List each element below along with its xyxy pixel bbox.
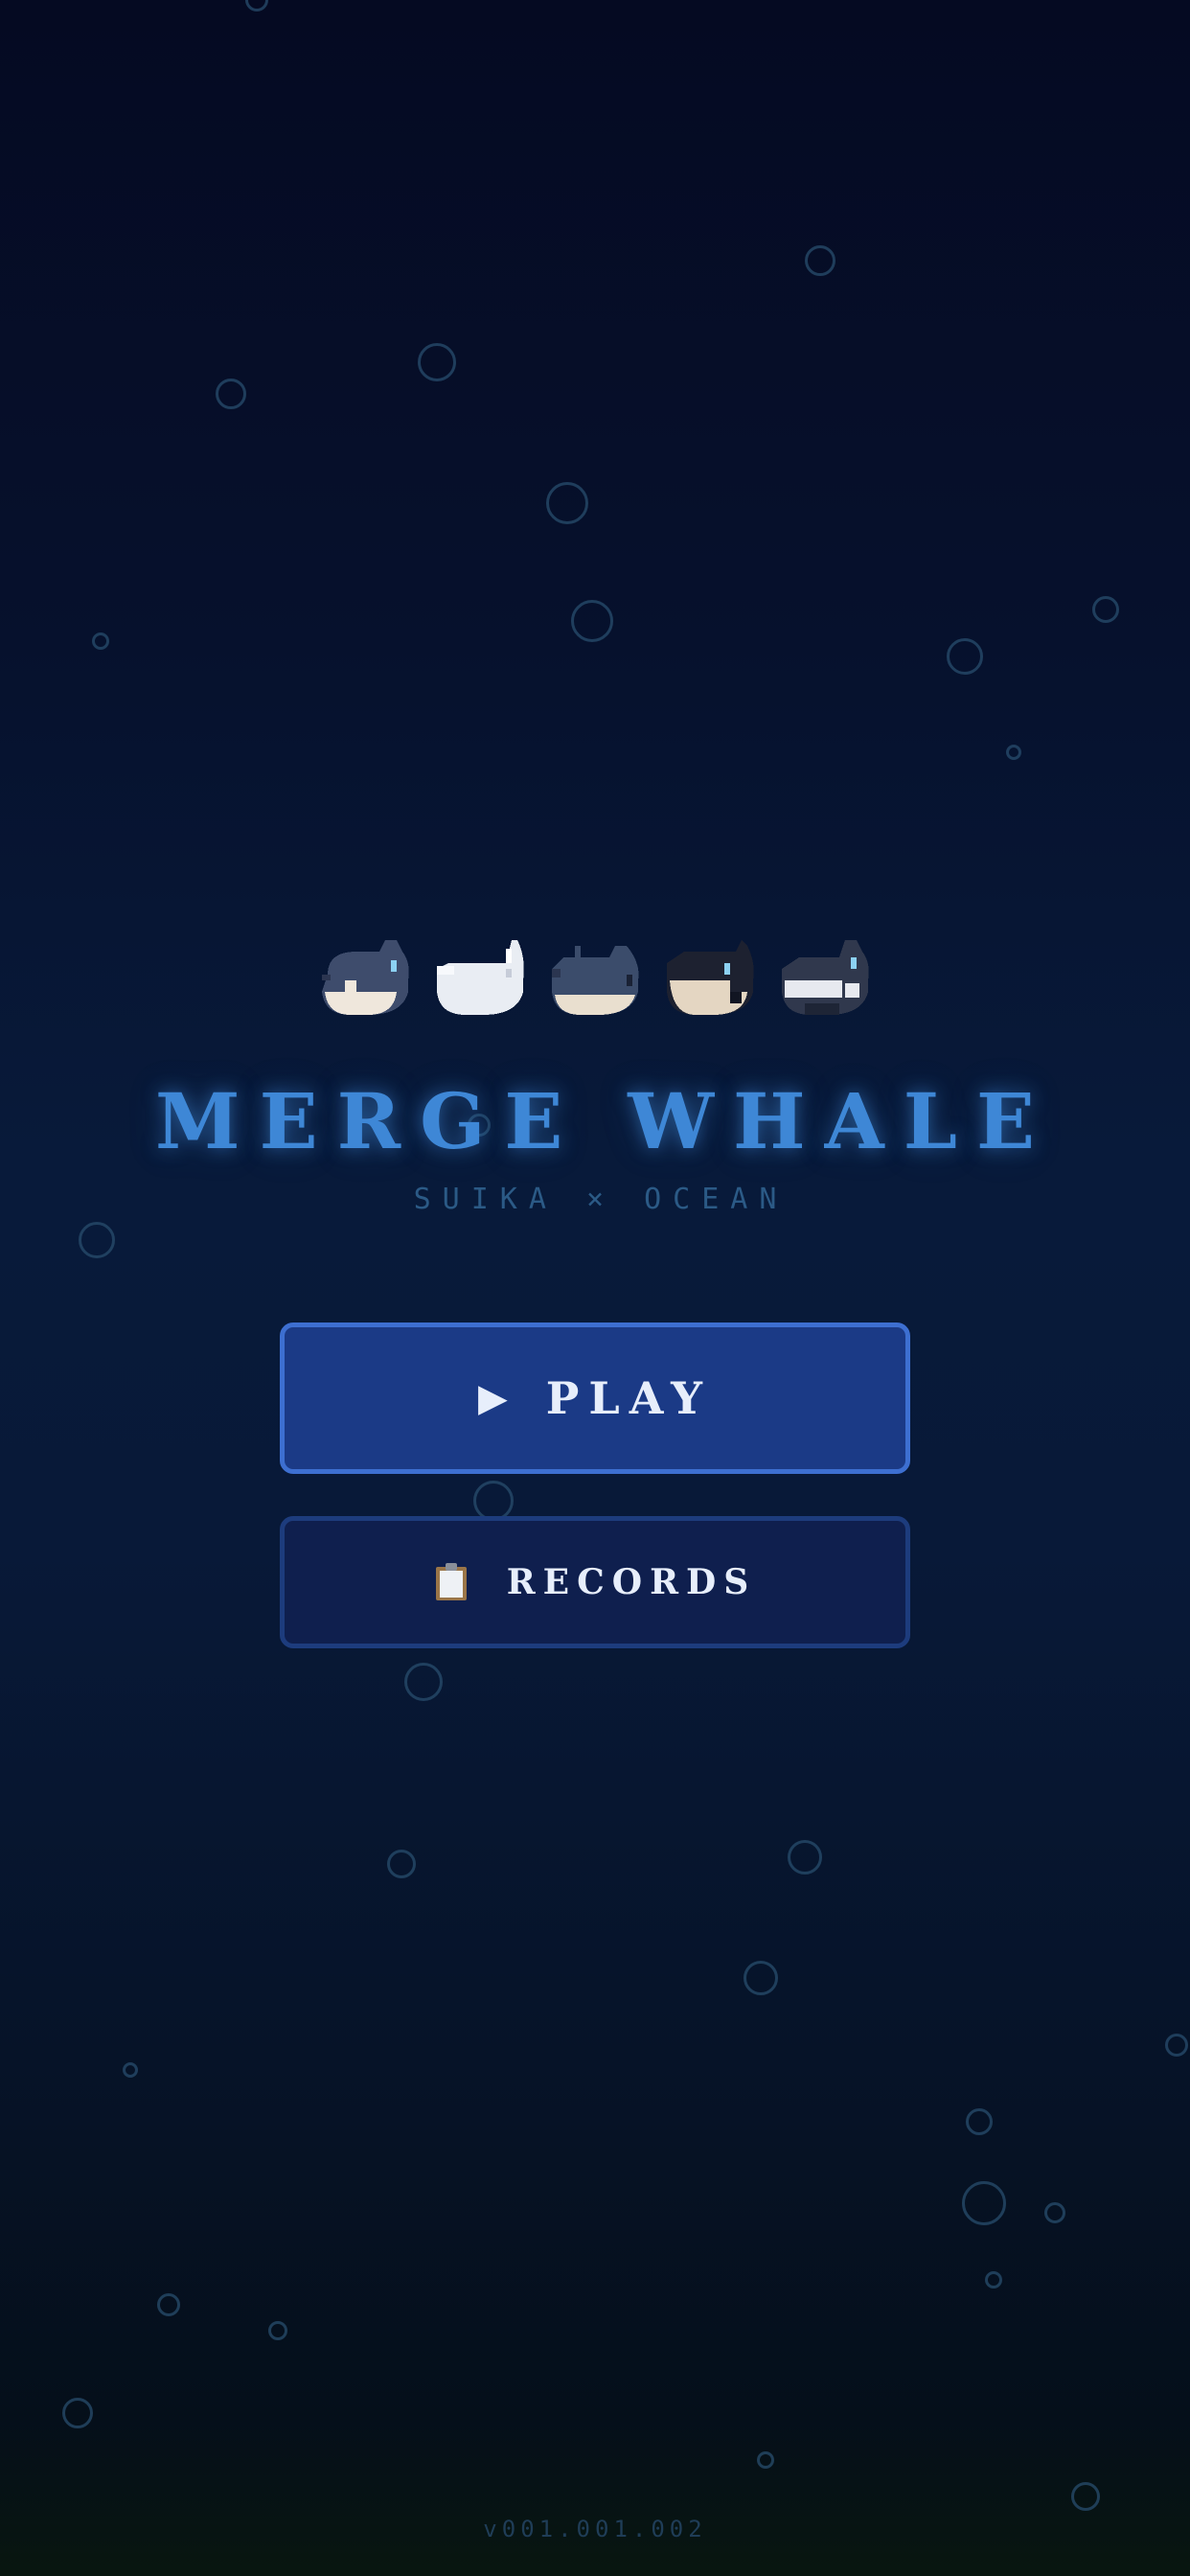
records-button[interactable]: RECORDS [280, 1516, 910, 1648]
version-label: v001.001.002 [483, 2516, 707, 2542]
bubble [966, 2108, 993, 2135]
orca-icon [782, 940, 869, 1015]
blue-whale-icon [552, 946, 639, 1015]
bubble [404, 1663, 443, 1701]
game-subtitle: SUIKA × OCEAN [413, 1183, 789, 1216]
bubble [473, 1481, 514, 1521]
bubble [79, 1222, 115, 1258]
bubble [245, 0, 268, 12]
bubble [157, 2293, 180, 2316]
bubble [216, 379, 246, 409]
white-beluga-icon [437, 940, 524, 1015]
bubble [1071, 2482, 1100, 2511]
bubble [418, 343, 456, 381]
bubble [571, 600, 613, 642]
bubble [985, 2271, 1002, 2288]
bubble [1165, 2034, 1188, 2057]
bubble [268, 2321, 287, 2340]
game-title: MERGE WHALE [155, 1076, 1054, 1166]
bubble [744, 1961, 778, 1995]
bubble [546, 482, 588, 524]
bubble [123, 2062, 138, 2078]
bubble [92, 632, 109, 650]
bubble [1044, 2202, 1065, 2223]
bubble [387, 1850, 416, 1878]
play-icon: ▶ [478, 1376, 508, 1420]
play-button-label: PLAY [545, 1372, 712, 1424]
bubble [757, 2451, 774, 2469]
bubble [62, 2398, 93, 2428]
bubble [1092, 596, 1119, 623]
bubble [962, 2181, 1006, 2225]
records-button-label: RECORDS [506, 1562, 757, 1602]
background-bubbles [0, 0, 1190, 2576]
bubble [1006, 745, 1021, 760]
grey-whale-icon [322, 940, 409, 1015]
bubble [788, 1840, 822, 1874]
black-whale-icon [667, 940, 754, 1015]
bubble [947, 638, 983, 675]
bubble [805, 245, 835, 276]
whale-lineup [0, 934, 1190, 1021]
clipboard-icon [435, 1563, 467, 1600]
play-button[interactable]: ▶ PLAY [280, 1322, 910, 1474]
